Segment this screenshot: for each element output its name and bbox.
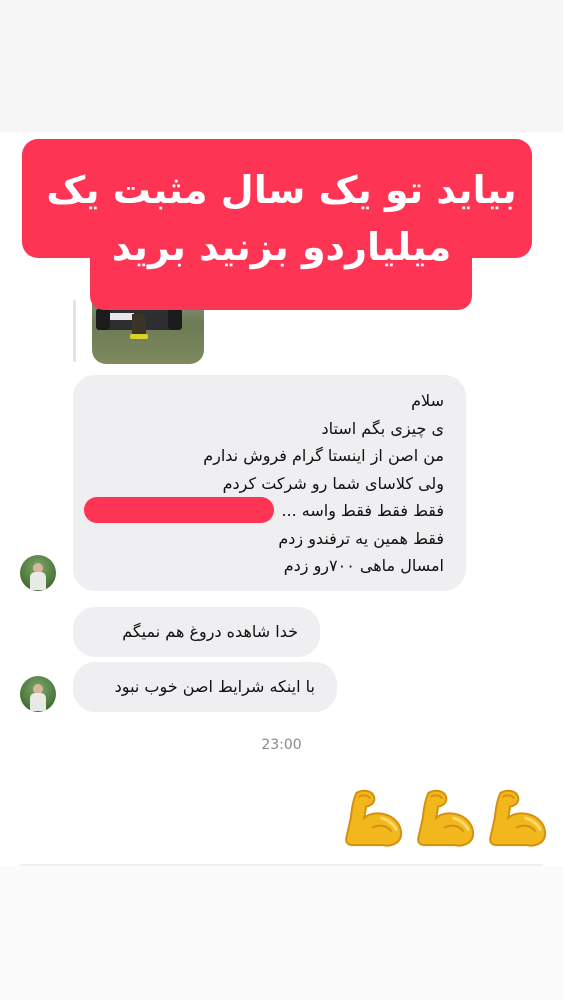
flexed-biceps-icon: [345, 789, 403, 847]
sender-avatar[interactable]: [20, 676, 56, 712]
message-bubble[interactable]: خدا شاهده دروغ هم نمیگم: [73, 607, 320, 657]
message-bubble[interactable]: سلام ی چیزی بگم استاد من اصن از اینستا گ…: [73, 375, 466, 591]
sender-avatar[interactable]: [20, 555, 56, 591]
reply-emoji-message[interactable]: [343, 784, 553, 852]
message-text: خدا شاهده دروغ هم نمیگم: [122, 622, 298, 641]
overlay-caption-line-1: بیاید تو یک سال مثبت یک: [46, 168, 517, 212]
wheel: [96, 308, 110, 330]
person-legs: [132, 314, 146, 336]
message-line: ولی کلاسای شما رو شرکت کردم: [222, 473, 444, 493]
flexed-biceps-icon: [489, 789, 547, 847]
license-plate: [108, 313, 134, 320]
message-line: سلام: [411, 391, 444, 410]
message-text: با اینکه شرایط اصن خوب نبود: [114, 677, 315, 696]
wheel: [168, 308, 182, 330]
redaction-mark: [84, 497, 274, 523]
message-bubble[interactable]: با اینکه شرایط اصن خوب نبود: [73, 662, 337, 712]
person-shoes: [130, 334, 148, 339]
overlay-caption-line-2: میلیاردو بزنید برید: [111, 225, 452, 269]
reply-indicator-bar: [73, 300, 76, 362]
message-timestamp: 23:00: [261, 737, 302, 753]
message-line: ی چیزی بگم استاد: [321, 418, 444, 438]
message-line: من اصن از اینستا گرام فروش ندارم: [203, 446, 444, 465]
message-line: فقط همین یه ترفندو زدم: [278, 528, 444, 548]
flexed-biceps-icon: [417, 789, 475, 847]
composer-area: [0, 866, 563, 1000]
header-area: [0, 0, 563, 132]
message-line: امسال ماهی ۷۰۰رو زدم: [283, 556, 444, 575]
